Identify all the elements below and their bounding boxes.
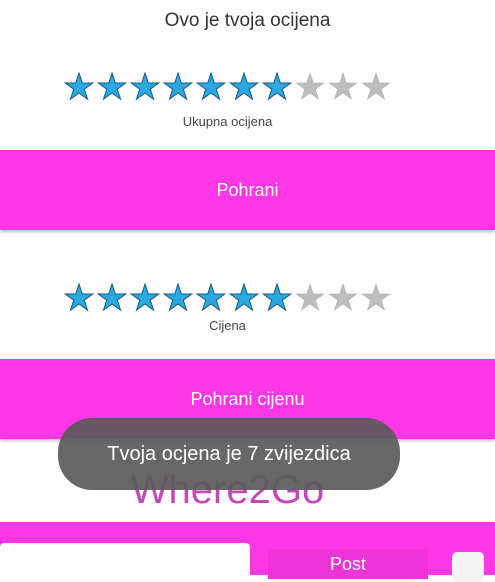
price-rating-star-icon[interactable]: ★	[327, 280, 360, 317]
overall-rating-bar[interactable]: ★ ★ ★ ★ ★ ★ ★ ★ ★ ★	[0, 69, 455, 106]
overall-rating-star-icon[interactable]: ★	[327, 69, 360, 106]
overall-rating-star-icon[interactable]: ★	[260, 69, 293, 106]
price-rating-bar[interactable]: ★ ★ ★ ★ ★ ★ ★ ★ ★ ★	[0, 280, 455, 317]
overall-rating-star-icon[interactable]: ★	[128, 69, 161, 106]
toast-message: Tvoja ocjena je 7 zvijezdica	[58, 418, 400, 490]
overall-rating-star-icon[interactable]: ★	[294, 69, 327, 106]
overall-rating-star-icon[interactable]: ★	[227, 69, 260, 106]
price-rating-star-icon[interactable]: ★	[128, 280, 161, 317]
overall-rating-star-icon[interactable]: ★	[95, 69, 128, 106]
save-button[interactable]: Pohrani	[0, 150, 495, 230]
price-rating-label: Cijena	[209, 318, 246, 333]
price-rating-star-icon[interactable]: ★	[161, 280, 194, 317]
checkbox[interactable]	[452, 552, 484, 582]
price-rating-star-icon[interactable]: ★	[260, 280, 293, 317]
price-rating-star-icon[interactable]: ★	[95, 280, 128, 317]
comment-input[interactable]	[0, 543, 250, 579]
price-rating-star-icon[interactable]: ★	[194, 280, 227, 317]
price-rating-star-icon[interactable]: ★	[62, 280, 95, 317]
overall-rating-star-icon[interactable]: ★	[62, 69, 95, 106]
price-rating-star-icon[interactable]: ★	[227, 280, 260, 317]
overall-rating-star-icon[interactable]: ★	[194, 69, 227, 106]
overall-rating-star-icon[interactable]: ★	[360, 69, 393, 106]
price-rating-star-icon[interactable]: ★	[294, 280, 327, 317]
overall-rating-star-icon[interactable]: ★	[161, 69, 194, 106]
price-rating-star-icon[interactable]: ★	[360, 280, 393, 317]
overall-rating-label: Ukupna ocijena	[182, 114, 273, 129]
rating-header-text: Ovo je tvoja ocijena	[164, 10, 331, 31]
